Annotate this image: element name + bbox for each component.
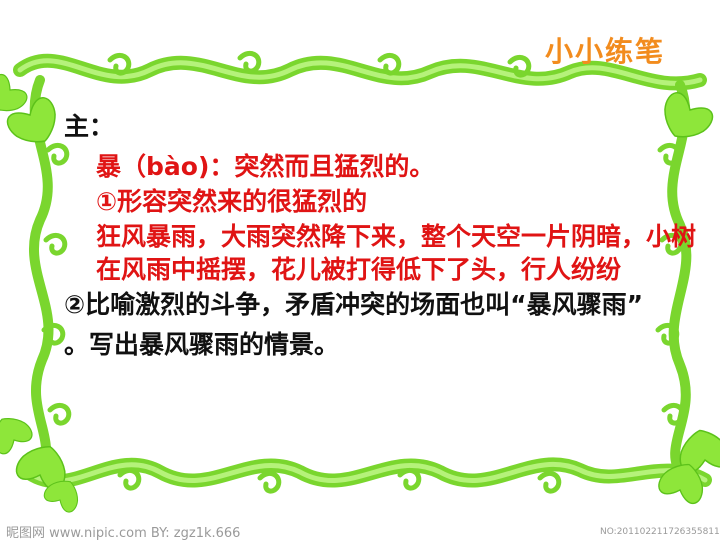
text-line-3: ①形容突然来的很猛烈的 <box>96 187 368 216</box>
watermark-left: 昵图网 www.nipic.com BY: zgz1k.666 <box>6 526 241 541</box>
text-line-2: 暴（bào)：突然而且猛烈的。 <box>96 152 435 181</box>
watermark-right: NO:20110221172635581105 <box>600 527 720 537</box>
text-line-4: 狂风暴雨，大雨突然降下来，整个天空一片阴暗，小树 <box>96 222 697 251</box>
text-line-6: ②比喻激烈的斗争，矛盾冲突的场面也叫“暴风骤雨” <box>64 290 644 319</box>
text-line-1: 主： <box>64 112 115 141</box>
text-line-7: 。写出暴风骤雨的情景。 <box>64 330 340 359</box>
text-line-5: 在风雨中摇摆，花儿被打得低下了头，行人纷纷 <box>96 255 622 284</box>
slide-body: 主： 暴（bào)：突然而且猛烈的。 ①形容突然来的很猛烈的 狂风暴雨，大雨突然… <box>0 0 720 540</box>
